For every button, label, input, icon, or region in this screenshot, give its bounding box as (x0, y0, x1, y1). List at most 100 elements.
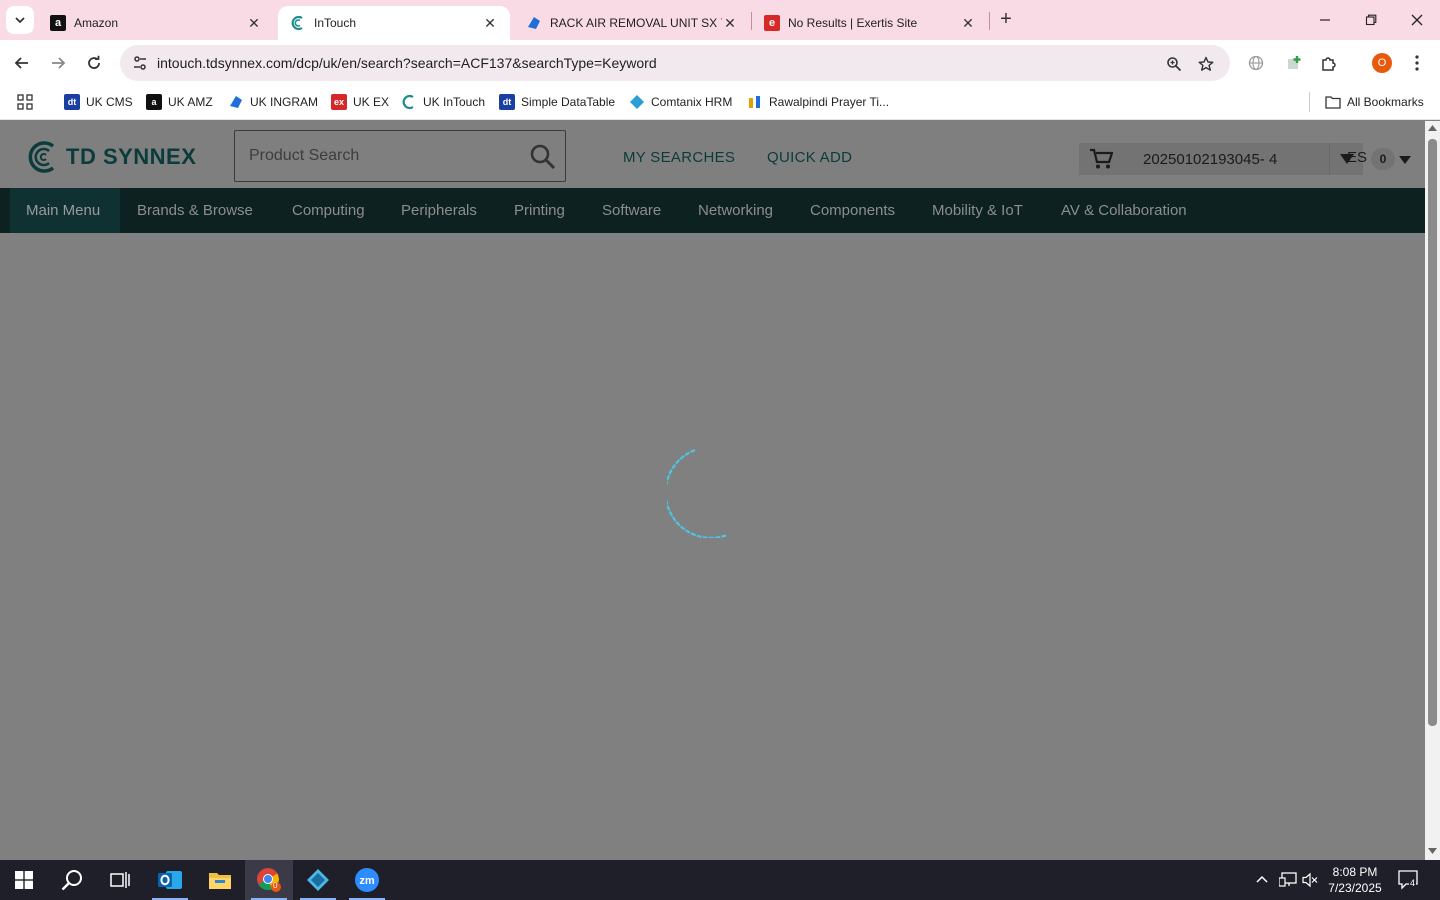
nav-printing[interactable]: Printing (498, 188, 581, 233)
close-icon[interactable]: ✕ (246, 15, 262, 32)
outlook-icon (158, 871, 182, 889)
notification-center-button[interactable]: 4 (1398, 870, 1420, 893)
taskbar-zoom[interactable]: zm (343, 860, 391, 900)
close-icon[interactable]: ✕ (722, 15, 738, 32)
nav-main-menu[interactable]: Main Menu (10, 188, 120, 233)
taskbar-outlook[interactable] (146, 860, 194, 900)
profile-avatar[interactable]: O (1372, 53, 1392, 73)
tab-ingram[interactable]: RACK AIR REMOVAL UNIT SX 7: ✕ (514, 6, 750, 40)
arrow-left-icon (14, 57, 28, 69)
bookmark-label: UK CMS (86, 95, 133, 109)
bookmarks-separator (1309, 92, 1310, 112)
nav-brands-browse[interactable]: Brands & Browse (121, 188, 269, 233)
volume-button[interactable] (1302, 872, 1318, 891)
start-button[interactable] (0, 860, 48, 900)
bookmark-rawalpindi-prayer[interactable]: Rawalpindi Prayer Ti... (747, 92, 889, 112)
nav-networking[interactable]: Networking (682, 188, 789, 233)
task-view-button[interactable] (96, 860, 144, 900)
ingram-icon (228, 94, 244, 110)
back-button[interactable] (8, 49, 36, 77)
taskbar-search-button[interactable] (48, 860, 96, 900)
bookmark-uk-ex[interactable]: ex UK EX (331, 92, 389, 112)
nav-mobility-iot[interactable]: Mobility & IoT (916, 188, 1039, 233)
my-searches-link[interactable]: MY SEARCHES (623, 149, 735, 166)
minimize-button[interactable] (1302, 0, 1348, 40)
bookmark-label: Simple DataTable (521, 95, 616, 109)
address-bar[interactable]: intouch.tdsynnex.com/dcp/uk/en/search?se… (120, 45, 1230, 81)
bookmark-uk-amz[interactable]: a UK AMZ (146, 92, 213, 112)
close-icon[interactable]: ✕ (482, 15, 498, 32)
restore-button[interactable] (1348, 0, 1394, 40)
synnex-logo-icon (28, 141, 55, 173)
volume-muted-icon (1302, 872, 1318, 888)
chrome-icon (257, 868, 281, 892)
taskbar-chrome[interactable]: 0 (245, 860, 293, 900)
bookmark-uk-intouch[interactable]: UK InTouch (401, 92, 485, 112)
taskbar-file-explorer[interactable] (196, 860, 244, 900)
user-initials[interactable]: ES (1347, 149, 1367, 166)
app-diamond-icon (307, 869, 329, 891)
scroll-up-icon[interactable] (1428, 125, 1437, 131)
tab-exertis[interactable]: e No Results | Exertis Site ✕ (752, 6, 988, 40)
apps-button[interactable] (17, 92, 33, 112)
intouch-icon (401, 94, 417, 110)
page-scrollbar[interactable] (1425, 121, 1440, 860)
tab-amazon[interactable]: a Amazon ✕ (38, 6, 274, 40)
nav-computing[interactable]: Computing (276, 188, 381, 233)
close-window-button[interactable] (1394, 0, 1440, 40)
reload-icon (88, 55, 100, 69)
bookmark-uk-ingram[interactable]: UK INGRAM (228, 92, 318, 112)
nav-av-collaboration[interactable]: AV & Collaboration (1045, 188, 1203, 233)
cart-selector[interactable]: 20250102193045- 4 (1079, 143, 1363, 175)
puzzle-plus-icon (1288, 56, 1301, 69)
taskbar-app[interactable] (294, 860, 342, 900)
translate-extension[interactable] (1245, 52, 1267, 74)
clock-date: 7/23/2025 (1328, 881, 1382, 895)
new-tab-button[interactable]: + (994, 8, 1018, 32)
svg-text:zm: zm (359, 875, 375, 887)
zoom-button[interactable] (1164, 54, 1184, 74)
show-hidden-icons-button[interactable] (1255, 872, 1269, 889)
bookmark-label: UK InTouch (423, 95, 486, 109)
nav-components[interactable]: Components (794, 188, 911, 233)
search-icon[interactable] (529, 143, 557, 171)
tab-search-button[interactable] (6, 6, 34, 34)
zoom-in-icon (1167, 57, 1182, 72)
forward-button[interactable] (44, 49, 72, 77)
system-clock[interactable]: 8:08 PM 7/23/2025 (1322, 864, 1388, 896)
quick-add-link[interactable]: QUICK ADD (767, 149, 852, 166)
site-info-button[interactable] (128, 51, 152, 75)
product-search-input[interactable] (235, 131, 525, 181)
file-explorer-icon (209, 873, 231, 889)
bookmark-star-button[interactable] (1196, 54, 1216, 74)
puzzle-icon (1322, 57, 1336, 71)
scrollbar-thumb[interactable] (1428, 139, 1437, 726)
notification-count: 4 (1409, 878, 1417, 888)
close-icon[interactable]: ✕ (960, 15, 976, 32)
bookmark-label: UK INGRAM (250, 95, 319, 109)
bookmark-comtanix-hrm[interactable]: Comtanix HRM (629, 92, 732, 112)
tab-intouch[interactable]: InTouch ✕ (278, 6, 510, 40)
main-navigation: Main Menu Brands & Browse Computing Peri… (0, 188, 1425, 233)
network-button[interactable] (1278, 872, 1297, 891)
bookmark-uk-cms[interactable]: dt UK CMS (64, 92, 133, 112)
nav-software[interactable]: Software (586, 188, 677, 233)
extensions-menu-button[interactable] (1318, 52, 1340, 74)
minimize-icon (1320, 19, 1330, 21)
scroll-down-icon[interactable] (1428, 848, 1437, 854)
bookmark-simple-datatable[interactable]: dt Simple DataTable (499, 92, 615, 112)
extension-button[interactable] (1283, 52, 1305, 74)
url-text[interactable]: intouch.tdsynnex.com/dcp/uk/en/search?se… (157, 55, 657, 71)
tune-icon (134, 56, 146, 70)
more-vert-icon (1415, 55, 1419, 71)
all-bookmarks-button[interactable]: All Bookmarks (1325, 92, 1424, 112)
cart-number: 20250102193045- 4 (1143, 151, 1278, 168)
browser-menu-button[interactable] (1406, 52, 1428, 74)
caret-down-icon[interactable] (1399, 156, 1411, 164)
td-synnex-logo[interactable]: TD SYNNEX (26, 140, 196, 174)
reload-button[interactable] (80, 49, 108, 77)
cms-icon: dt (64, 94, 80, 110)
nav-peripherals[interactable]: Peripherals (385, 188, 493, 233)
bookmark-label: UK AMZ (168, 95, 213, 109)
tab-title: Amazon (74, 16, 119, 30)
